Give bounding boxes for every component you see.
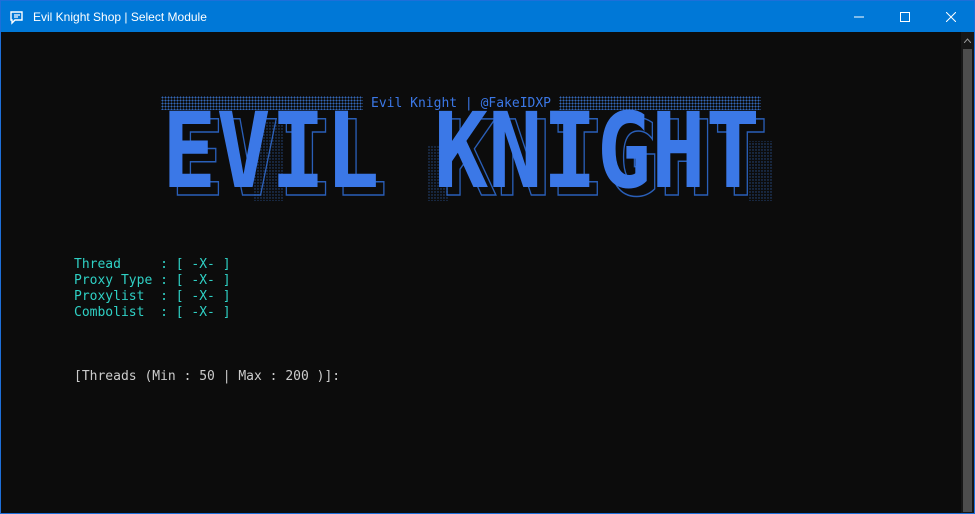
info-row-proxylist: Proxylist : [ -X- ] bbox=[74, 289, 231, 305]
scroll-thumb[interactable] bbox=[963, 49, 972, 512]
config-info: Thread : [ -X- ] Proxy Type : [ -X- ] Pr… bbox=[74, 257, 231, 321]
info-label-thread: Thread bbox=[74, 257, 161, 272]
info-label-proxylist: Proxylist bbox=[74, 289, 161, 304]
info-value-proxy-type: : [ -X- ] bbox=[160, 273, 231, 288]
app-icon bbox=[9, 9, 25, 25]
evil-knight-banner: EVIL KNIGHT EVIL KNIGHT bbox=[162, 101, 773, 211]
window-title: Evil Knight Shop | Select Module bbox=[33, 9, 207, 24]
info-value-combolist: : [ -X- ] bbox=[160, 305, 231, 320]
info-label-proxy-type: Proxy Type bbox=[74, 273, 161, 288]
maximize-icon bbox=[900, 11, 910, 22]
info-value-thread: : [ -X- ] bbox=[160, 257, 231, 272]
minimize-button[interactable] bbox=[836, 1, 882, 32]
info-row-proxy-type: Proxy Type : [ -X- ] bbox=[74, 273, 231, 289]
close-icon bbox=[946, 11, 956, 22]
info-row-combolist: Combolist : [ -X- ] bbox=[74, 305, 231, 321]
info-label-combolist: Combolist bbox=[74, 305, 161, 320]
title-bar[interactable]: Evil Knight Shop | Select Module bbox=[1, 1, 974, 32]
console-window: Evil Knight Shop | Select Module Evil Kn… bbox=[0, 0, 975, 514]
scroll-up-button[interactable] bbox=[961, 32, 974, 48]
close-button[interactable] bbox=[928, 1, 974, 32]
maximize-button[interactable] bbox=[882, 1, 928, 32]
threads-prompt[interactable]: [Threads (Min : 50 | Max : 200 )]: bbox=[74, 369, 340, 384]
info-row-thread: Thread : [ -X- ] bbox=[74, 257, 231, 273]
info-value-proxylist: : [ -X- ] bbox=[160, 289, 231, 304]
banner-text: EVIL KNIGHT bbox=[162, 101, 760, 211]
chevron-up-icon bbox=[964, 37, 971, 43]
minimize-icon bbox=[854, 16, 864, 17]
vertical-scrollbar[interactable] bbox=[961, 32, 974, 513]
window-controls bbox=[836, 1, 974, 32]
